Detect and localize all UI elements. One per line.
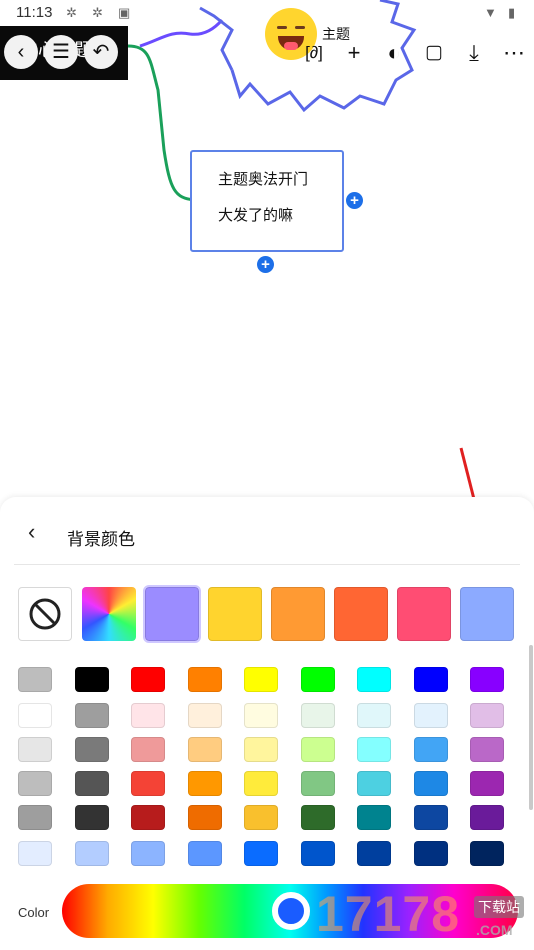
color-swatch[interactable] (300, 737, 335, 762)
sheet-title: 背景颜色 (67, 530, 135, 549)
color-swatch[interactable] (300, 771, 335, 796)
custom-color-swatch[interactable] (82, 587, 136, 641)
color-swatch[interactable] (244, 703, 278, 728)
more-icon[interactable]: ⋯ (500, 38, 528, 68)
outline-button[interactable]: ☰ (44, 35, 78, 69)
color-swatch[interactable] (300, 667, 335, 692)
color-swatch[interactable] (357, 841, 391, 866)
background-color-sheet: ‹ 背景颜色 (0, 497, 534, 950)
color-swatch[interactable] (300, 841, 335, 866)
color-swatch[interactable] (187, 703, 222, 728)
node-text-line2: 大发了的嘛 (218, 207, 294, 224)
download-icon[interactable]: ⤓ (460, 38, 488, 68)
watermark-text: 17178 (316, 886, 461, 942)
scrollbar[interactable] (529, 645, 533, 810)
add-icon[interactable]: + (340, 38, 368, 68)
color-swatch[interactable] (74, 771, 109, 796)
no-color-button[interactable] (18, 587, 72, 641)
color-swatch[interactable] (470, 703, 504, 728)
divider (14, 564, 520, 565)
color-swatch[interactable] (131, 771, 165, 796)
color-swatch[interactable] (18, 703, 52, 728)
color-swatch[interactable] (74, 667, 109, 692)
palette-icon[interactable]: ◐ (380, 38, 408, 68)
color-swatch[interactable] (131, 841, 165, 866)
add-child-button[interactable]: + (257, 256, 274, 273)
color-swatch[interactable] (187, 841, 222, 866)
color-swatch[interactable] (413, 805, 448, 830)
sheet-back-button[interactable]: ‹ (28, 519, 35, 545)
color-swatch[interactable] (187, 737, 222, 762)
color-swatch[interactable] (244, 737, 278, 762)
top-toolbar: [∂] + ◐ ▢ ⤓ ⋯ (298, 38, 534, 72)
color-swatch[interactable] (413, 703, 448, 728)
color-swatch[interactable] (244, 805, 278, 830)
list-icon: ☰ (52, 41, 70, 63)
color-swatch[interactable] (187, 667, 222, 692)
color-swatch[interactable] (470, 805, 504, 830)
color-swatch[interactable] (74, 841, 109, 866)
color-swatch[interactable] (74, 805, 109, 830)
color-swatch[interactable] (357, 805, 391, 830)
back-button[interactable]: ‹ (4, 35, 38, 69)
color-swatch[interactable] (357, 771, 391, 796)
color-swatch[interactable] (18, 841, 52, 866)
preset-swatch[interactable] (334, 587, 388, 641)
watermark-domain: .COM (476, 922, 513, 938)
color-swatch[interactable] (357, 667, 391, 692)
color-swatch[interactable] (74, 703, 109, 728)
color-swatch[interactable] (470, 771, 504, 796)
color-swatch[interactable] (131, 737, 165, 762)
color-swatch[interactable] (131, 667, 165, 692)
left-nav: 中心主题 ‹ ☰ ↶ (0, 26, 128, 80)
color-label: Color (18, 905, 50, 920)
color-swatch[interactable] (18, 805, 52, 830)
color-swatch[interactable] (413, 771, 448, 796)
save-icon[interactable]: ▢ (420, 38, 448, 68)
preset-swatch[interactable] (271, 587, 325, 641)
color-swatch[interactable] (470, 841, 504, 866)
undo-icon: ↶ (92, 41, 110, 63)
preset-swatch[interactable] (208, 587, 262, 641)
undo-button[interactable]: ↶ (84, 35, 118, 69)
color-swatch[interactable] (413, 841, 448, 866)
color-swatch[interactable] (413, 667, 448, 692)
node-text-line1: 主题奥法开门 (218, 171, 309, 188)
color-swatch[interactable] (470, 737, 504, 762)
color-swatch[interactable] (244, 667, 278, 692)
color-swatch[interactable] (300, 805, 335, 830)
color-swatch[interactable] (244, 771, 278, 796)
preset-swatch[interactable] (143, 585, 201, 643)
color-swatch[interactable] (413, 737, 448, 762)
add-sibling-button[interactable]: + (346, 192, 363, 209)
color-swatch[interactable] (244, 841, 278, 866)
color-swatch[interactable] (357, 703, 391, 728)
color-swatch[interactable] (18, 771, 52, 796)
color-swatch[interactable] (357, 737, 391, 762)
chevron-left-icon: ‹ (17, 41, 25, 63)
color-swatch[interactable] (470, 667, 504, 692)
preset-swatch[interactable] (397, 587, 451, 641)
color-swatch[interactable] (74, 737, 109, 762)
color-swatch[interactable] (18, 737, 52, 762)
color-swatch[interactable] (187, 771, 222, 796)
no-color-icon (29, 598, 61, 630)
color-swatch[interactable] (131, 805, 165, 830)
color-swatch[interactable] (187, 805, 222, 830)
formula-icon[interactable]: [∂] (300, 38, 328, 68)
watermark-sub: 下载站 (474, 896, 524, 918)
hue-slider-thumb[interactable] (272, 892, 310, 930)
color-swatch[interactable] (18, 667, 52, 692)
color-swatch[interactable] (131, 703, 165, 728)
topic-node[interactable]: 主题奥法开门 大发了的嘛 (190, 150, 344, 252)
color-swatch[interactable] (300, 703, 335, 728)
preset-swatch[interactable] (460, 587, 514, 641)
